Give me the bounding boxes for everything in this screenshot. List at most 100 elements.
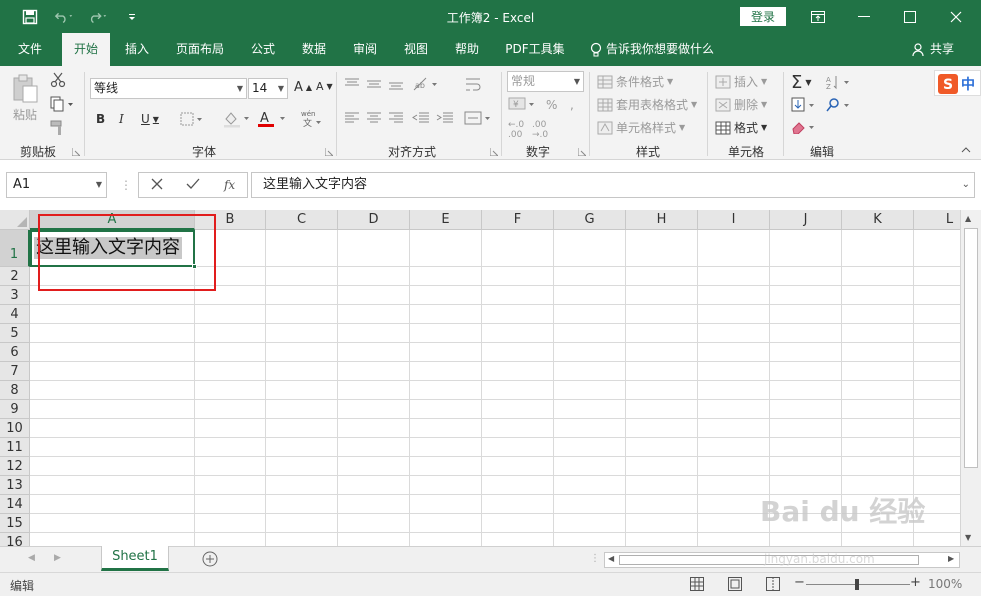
sort-filter-icon[interactable]: AZ <box>826 74 852 90</box>
sheet-prev-icon[interactable]: ◀ <box>28 553 35 563</box>
align-right-icon[interactable] <box>388 112 404 124</box>
new-sheet-icon[interactable] <box>202 551 218 570</box>
tell-me-search[interactable]: 告诉我你想要做什么 <box>590 33 714 66</box>
tab-view[interactable]: 视图 <box>393 33 439 66</box>
accounting-format-icon[interactable]: ¥ <box>508 96 538 112</box>
zoom-slider-thumb[interactable] <box>855 579 859 590</box>
minimize-icon[interactable] <box>841 0 887 33</box>
paste-button[interactable]: 粘贴 <box>10 74 40 123</box>
tab-data[interactable]: 数据 <box>291 33 337 66</box>
row-header-5[interactable]: 5 <box>0 324 30 343</box>
ribbon-display-options-icon[interactable] <box>795 0 841 33</box>
column-header-e[interactable]: E <box>410 210 482 230</box>
vertical-scroll-thumb[interactable] <box>964 228 978 468</box>
decrease-decimal-icon[interactable]: .00 →.0 <box>532 120 548 140</box>
zoom-level[interactable]: 100% <box>928 577 962 591</box>
font-name-combo[interactable]: 等线 ▼ <box>90 78 247 99</box>
page-break-preview-icon[interactable] <box>766 577 780 594</box>
name-box[interactable]: A1 ▼ <box>6 172 107 198</box>
select-all-button[interactable] <box>0 210 30 230</box>
font-color-icon[interactable]: A <box>258 110 288 128</box>
ime-indicator[interactable]: S 中 <box>934 70 981 96</box>
column-header-d[interactable]: D <box>338 210 410 230</box>
column-header-g[interactable]: G <box>554 210 626 230</box>
normal-view-icon[interactable] <box>690 577 704 594</box>
underline-icon[interactable]: U ▼ <box>141 112 159 126</box>
find-select-icon[interactable] <box>826 97 852 113</box>
tab-help[interactable]: 帮助 <box>444 33 490 66</box>
formula-input[interactable]: 这里输入文字内容 ⌄ <box>251 172 975 198</box>
italic-icon[interactable]: I <box>119 112 124 126</box>
copy-icon[interactable] <box>50 96 74 112</box>
row-header-7[interactable]: 7 <box>0 362 30 381</box>
phonetic-guide-icon[interactable]: wén 文 <box>300 108 322 128</box>
sheet-tab-sheet1[interactable]: Sheet1 <box>101 546 169 571</box>
cancel-entry-icon[interactable] <box>151 178 163 193</box>
increase-font-size-icon[interactable]: A ▲ <box>294 80 312 95</box>
row-header-6[interactable]: 6 <box>0 343 30 362</box>
insert-function-button[interactable]: fx <box>224 178 235 192</box>
alignment-dialog-launcher-icon[interactable] <box>490 148 498 156</box>
increase-indent-icon[interactable] <box>436 112 454 124</box>
page-layout-view-icon[interactable] <box>728 577 742 594</box>
borders-icon[interactable] <box>180 112 204 126</box>
format-painter-icon[interactable] <box>50 120 66 136</box>
decrease-indent-icon[interactable] <box>412 112 430 124</box>
confirm-entry-icon[interactable] <box>186 178 200 193</box>
zoom-out-icon[interactable]: − <box>794 575 805 590</box>
tab-insert[interactable]: 插入 <box>114 33 160 66</box>
row-header-2[interactable]: 2 <box>0 267 30 286</box>
middle-align-icon[interactable] <box>366 78 382 90</box>
sheet-next-icon[interactable]: ▶ <box>54 553 61 563</box>
row-header-15[interactable]: 15 <box>0 514 30 533</box>
merge-center-icon[interactable] <box>464 110 494 126</box>
column-header-c[interactable]: C <box>266 210 338 230</box>
row-header-12[interactable]: 12 <box>0 457 30 476</box>
row-header-9[interactable]: 9 <box>0 400 30 419</box>
delete-cells-button[interactable]: 删除 ▼ <box>715 96 767 113</box>
number-format-combo[interactable]: 常规 ▼ <box>507 71 584 92</box>
top-align-icon[interactable] <box>344 78 360 90</box>
scroll-right-icon[interactable]: ▶ <box>948 554 954 563</box>
scroll-down-icon[interactable]: ▼ <box>965 533 971 542</box>
column-header-j[interactable]: J <box>770 210 842 230</box>
insert-cells-button[interactable]: 插入 ▼ <box>715 73 767 90</box>
format-as-table-button[interactable]: 套用表格格式 ▼ <box>597 96 697 113</box>
clear-icon[interactable] <box>791 120 817 134</box>
cut-icon[interactable] <box>50 72 66 88</box>
row-header-16[interactable]: 16 <box>0 533 30 546</box>
close-icon[interactable] <box>933 0 979 33</box>
column-header-i[interactable]: I <box>698 210 770 230</box>
fill-icon[interactable] <box>791 97 817 113</box>
format-cells-button[interactable]: 格式 ▼ <box>715 119 767 136</box>
wrap-text-icon[interactable] <box>464 76 482 94</box>
row-header-1[interactable]: 1 <box>0 230 30 267</box>
row-header-11[interactable]: 11 <box>0 438 30 457</box>
align-center-icon[interactable] <box>366 112 382 124</box>
font-dialog-launcher-icon[interactable] <box>325 148 333 156</box>
font-size-combo[interactable]: 14 ▼ <box>248 78 288 99</box>
align-left-icon[interactable] <box>344 112 360 124</box>
row-header-13[interactable]: 13 <box>0 476 30 495</box>
bold-icon[interactable]: B <box>96 112 105 126</box>
column-header-f[interactable]: F <box>482 210 554 230</box>
share-button[interactable]: 共享 <box>912 33 954 66</box>
clipboard-dialog-launcher-icon[interactable] <box>72 148 80 156</box>
zoom-in-icon[interactable]: + <box>910 575 921 590</box>
login-button[interactable]: 登录 <box>740 7 786 26</box>
cell-styles-button[interactable]: 单元格样式 ▼ <box>597 119 685 136</box>
scroll-up-icon[interactable]: ▲ <box>965 214 971 223</box>
column-header-l[interactable]: L <box>914 210 960 230</box>
orientation-icon[interactable]: ab <box>412 76 440 92</box>
bottom-align-icon[interactable] <box>388 78 404 90</box>
scroll-left-icon[interactable]: ◀ <box>608 554 614 563</box>
tab-home[interactable]: 开始 <box>62 33 110 66</box>
tab-file[interactable]: 文件 <box>6 33 54 66</box>
increase-decimal-icon[interactable]: ←.0.00 <box>508 120 524 140</box>
comma-style-icon[interactable]: , <box>570 98 574 112</box>
row-header-3[interactable]: 3 <box>0 286 30 305</box>
row-header-8[interactable]: 8 <box>0 381 30 400</box>
percent-icon[interactable]: % <box>546 98 557 112</box>
expand-formula-bar-icon[interactable]: ⌄ <box>962 173 970 197</box>
decrease-font-size-icon[interactable]: A ▼ <box>316 80 333 93</box>
